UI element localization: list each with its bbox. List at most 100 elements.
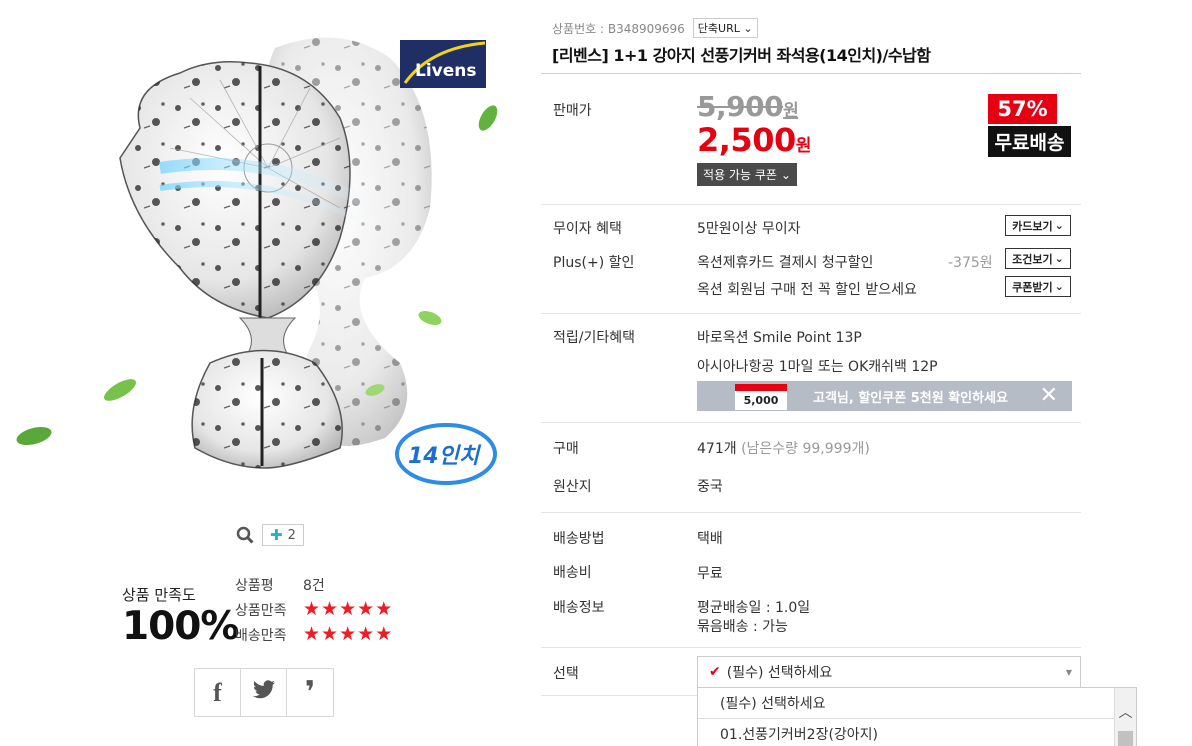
magnifier-icon[interactable] bbox=[236, 526, 254, 544]
view-cards-label: 카드보기 bbox=[1012, 219, 1053, 233]
mileage-text: 아시아나항공 1마일 또는 OK캐쉬백 12P bbox=[697, 359, 938, 375]
facebook-icon: f bbox=[213, 677, 222, 707]
coupon-card-icon: 5,000 bbox=[735, 384, 787, 410]
plus-discount-value: 옥션제휴카드 결제시 청구할인 bbox=[697, 255, 874, 271]
rating-label: 배송만족 bbox=[235, 627, 287, 644]
applicable-coupon-button[interactable]: 적용 가능 쿠폰 ⌄ bbox=[697, 163, 797, 186]
chevron-up-icon[interactable]: ︿ bbox=[1115, 702, 1136, 722]
twitter-icon bbox=[252, 679, 276, 706]
points-label: 적립/기타혜택 bbox=[553, 330, 635, 346]
product-stars: ★ ★ ★ ★ ★ bbox=[303, 600, 392, 619]
remaining-stock: (남은수량 99,999개) bbox=[741, 441, 870, 457]
rating-row-reviews[interactable]: 상품평 8건 bbox=[235, 572, 392, 597]
delivery-method-value: 택배 bbox=[697, 531, 723, 547]
view-conditions-label: 조건보기 bbox=[1012, 252, 1053, 266]
view-conditions-button[interactable]: 조건보기 ⌄ bbox=[1005, 248, 1071, 269]
gallery-controls: ✚ 2 bbox=[236, 524, 304, 546]
divider bbox=[541, 695, 697, 696]
divider bbox=[541, 422, 1081, 423]
check-icon: ✔ bbox=[709, 664, 721, 680]
installment-value: 5만원이상 무이자 bbox=[697, 221, 801, 237]
origin-label: 원산지 bbox=[553, 479, 592, 495]
origin-value: 중국 bbox=[697, 479, 723, 495]
satisfaction-summary: 상품 만족도 100% bbox=[122, 584, 239, 649]
sale-price: 2,500원 bbox=[697, 121, 811, 159]
scrollbar-thumb[interactable] bbox=[1118, 731, 1133, 746]
rating-label: 상품만족 bbox=[235, 602, 287, 619]
bundle-delivery: 묶음배송 : 가능 bbox=[697, 619, 788, 635]
dropdown-scrollbar[interactable]: ︿ bbox=[1114, 688, 1136, 746]
divider bbox=[541, 512, 1081, 513]
coupon-button-label: 적용 가능 쿠폰 bbox=[703, 168, 777, 182]
satisfaction-label: 상품 만족도 bbox=[122, 586, 196, 604]
star-icon: ★ bbox=[303, 598, 321, 620]
more-images-button[interactable]: ✚ 2 bbox=[262, 524, 304, 546]
chevron-down-icon: ⌄ bbox=[743, 22, 753, 35]
original-price: 5,900원 bbox=[697, 90, 799, 123]
divider bbox=[541, 313, 1081, 314]
star-icon: ★ bbox=[303, 623, 321, 645]
size-badge: 14인치 bbox=[408, 444, 482, 469]
star-icon: ★ bbox=[321, 598, 339, 620]
product-title: [리벤스] 1+1 강아지 선풍기커버 좌석용(14인치)/수납함 bbox=[552, 46, 931, 65]
purchase-count-row: 471개 (남은수량 99,999개) bbox=[697, 438, 870, 458]
sale-price-value: 2,500 bbox=[697, 121, 796, 159]
story-icon: ❜ bbox=[304, 675, 316, 710]
receive-coupon-button[interactable]: 쿠폰받기 ⌄ bbox=[1005, 276, 1071, 297]
option-label: 선택 bbox=[553, 666, 579, 682]
chevron-down-icon: ⌄ bbox=[1054, 219, 1064, 232]
chevron-down-icon: ⌄ bbox=[1054, 280, 1064, 293]
receive-coupon-label: 쿠폰받기 bbox=[1012, 280, 1053, 294]
option-dropdown-list: (필수) 선택하세요 01.선풍기커버2장(강아지) ︿ bbox=[697, 687, 1137, 746]
coupon-banner[interactable]: 5,000 고객님, 할인쿠폰 5천원 확인하세요 ✕ bbox=[697, 381, 1072, 411]
review-count: 8건 bbox=[303, 577, 325, 594]
star-icon: ★ bbox=[339, 598, 357, 620]
plus-icon: ✚ bbox=[270, 526, 283, 544]
delivery-fee-value: 무료 bbox=[697, 566, 723, 582]
option-item[interactable]: (필수) 선택하세요 bbox=[720, 693, 826, 713]
delivery-method-label: 배송방법 bbox=[553, 531, 605, 547]
divider bbox=[541, 204, 1081, 205]
divider bbox=[541, 73, 1081, 74]
divider bbox=[698, 718, 1116, 719]
option-item[interactable]: 01.선풍기커버2장(강아지) bbox=[720, 724, 878, 744]
share-buttons: f ❜ bbox=[194, 668, 334, 717]
purchase-label: 구매 bbox=[553, 441, 579, 457]
option-selected-value: (필수) 선택하세요 bbox=[726, 665, 833, 681]
product-main-image[interactable]: Livens 14인치 bbox=[10, 18, 515, 510]
delivery-info-label: 배송정보 bbox=[553, 600, 605, 616]
facebook-share-button[interactable]: f bbox=[195, 669, 241, 716]
twitter-share-button[interactable] bbox=[241, 669, 287, 716]
close-icon[interactable]: ✕ bbox=[1040, 385, 1058, 407]
satisfaction-value: 100% bbox=[122, 604, 239, 649]
delivery-fee-label: 배송비 bbox=[553, 565, 592, 581]
rating-row-product: 상품만족 ★ ★ ★ ★ ★ bbox=[235, 597, 392, 622]
price-label: 판매가 bbox=[553, 103, 592, 119]
star-icon: ★ bbox=[375, 598, 393, 620]
ratings-table: 상품평 8건 상품만족 ★ ★ ★ ★ ★ 배송만족 ★ ★ ★ ★ ★ bbox=[235, 572, 392, 647]
star-icon: ★ bbox=[375, 623, 393, 645]
divider bbox=[541, 647, 1081, 648]
purchase-count: 471개 bbox=[697, 441, 737, 457]
plus-discount-amount: -375원 bbox=[948, 255, 993, 271]
view-cards-button[interactable]: 카드보기 ⌄ bbox=[1005, 215, 1071, 236]
average-delivery-days: 평균배송일 : 1.0일 bbox=[697, 600, 811, 616]
chevron-down-icon: ⌄ bbox=[1054, 252, 1064, 265]
brand-logo: Livens bbox=[415, 61, 477, 81]
plus-discount-label: Plus(+) 할인 bbox=[553, 255, 635, 271]
chevron-down-icon: ⌄ bbox=[780, 167, 791, 182]
original-price-value: 5,900 bbox=[697, 90, 784, 123]
option-select[interactable]: ✔ (필수) 선택하세요 ▼ bbox=[697, 656, 1081, 688]
star-icon: ★ bbox=[357, 623, 375, 645]
delivery-stars: ★ ★ ★ ★ ★ bbox=[303, 625, 392, 644]
short-url-button[interactable]: 단축URL ⌄ bbox=[692, 18, 758, 38]
image-count: 2 bbox=[287, 527, 296, 543]
caret-down-icon: ▼ bbox=[1065, 668, 1072, 677]
product-code: 상품번호 : B348909696 bbox=[552, 21, 685, 36]
installment-label: 무이자 혜택 bbox=[553, 221, 622, 237]
smile-point-text: 바로옥션 Smile Point 13P bbox=[697, 330, 862, 346]
member-discount-text: 옥션 회원님 구매 전 꼭 할인 받으세요 bbox=[697, 282, 917, 298]
kakao-story-share-button[interactable]: ❜ bbox=[287, 669, 333, 716]
star-icon: ★ bbox=[321, 623, 339, 645]
sale-price-unit: 원 bbox=[795, 136, 812, 156]
